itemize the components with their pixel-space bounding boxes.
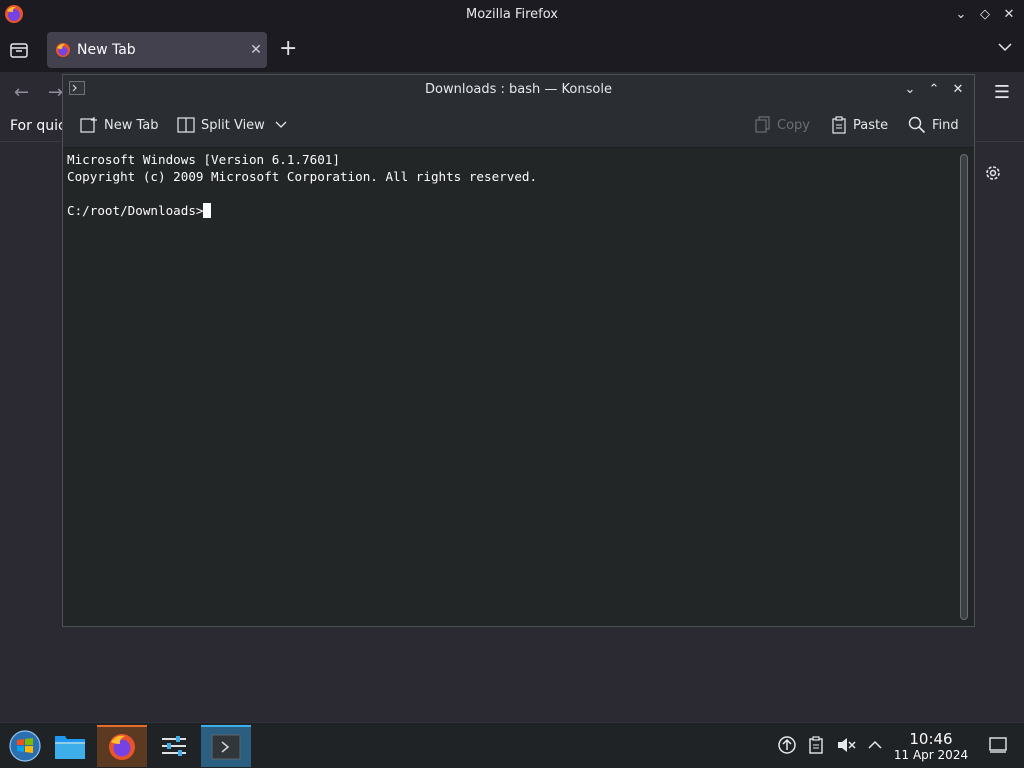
copy-label: Copy: [777, 117, 810, 133]
split-view-button[interactable]: Split View: [177, 115, 287, 135]
terminal-prompt-line: C:/root/Downloads>: [67, 202, 952, 219]
clipboard-icon: [809, 736, 823, 754]
maximize-icon[interactable]: ⌃: [924, 79, 944, 99]
back-arrow-icon[interactable]: ←: [14, 82, 29, 103]
paste-icon: [832, 116, 846, 134]
folder-icon: [55, 736, 85, 759]
copy-button[interactable]: Copy: [755, 115, 810, 135]
show-desktop-icon: [989, 737, 1007, 753]
konsole-toolbar: New Tab Split View Copy Paste Find: [63, 103, 974, 148]
terminal-prompt: C:/root/Downloads>: [67, 203, 204, 218]
tab-close-icon[interactable]: ✕: [245, 42, 267, 58]
clipboard-tray-icon[interactable]: [806, 735, 826, 755]
chevron-up-icon: [868, 740, 882, 749]
tray-expand-button[interactable]: [865, 735, 885, 755]
firefox-logo-icon: [109, 734, 135, 760]
digital-clock[interactable]: 10:46 11 Apr 2024: [893, 730, 969, 763]
clock-date: 11 Apr 2024: [893, 748, 969, 762]
clock-time: 10:46: [909, 730, 953, 748]
konsole-titlebar[interactable]: Downloads : bash — Konsole ⌄ ⌃ ✕: [63, 75, 974, 103]
close-icon[interactable]: ✕: [1000, 4, 1018, 24]
firefox-view-icon[interactable]: [8, 40, 30, 60]
new-tab-label: New Tab: [104, 117, 159, 133]
start-menu-button[interactable]: [0, 725, 50, 767]
chevron-down-icon[interactable]: [275, 121, 287, 129]
file-manager-taskbar-button[interactable]: [45, 725, 95, 767]
hamburger-menu-icon[interactable]: ☰: [994, 82, 1010, 103]
terminal-output[interactable]: Microsoft Windows [Version 6.1.7601] Copy…: [63, 148, 956, 626]
maximize-icon[interactable]: ◇: [976, 4, 994, 24]
volume-muted-tray-icon[interactable]: [836, 735, 856, 755]
gear-icon[interactable]: [983, 163, 1003, 183]
terminal-cursor: [203, 203, 212, 218]
konsole-taskbar-button[interactable]: [201, 725, 251, 767]
konsole-window: Downloads : bash — Konsole ⌄ ⌃ ✕ New Tab…: [62, 74, 975, 627]
tab-label: New Tab: [77, 42, 136, 58]
forward-arrow-icon[interactable]: →: [48, 82, 63, 103]
find-label: Find: [932, 117, 959, 133]
firefox-logo-icon: [5, 5, 23, 23]
new-tab-button[interactable]: New Tab: [80, 115, 159, 135]
network-icon: [778, 736, 796, 754]
firefox-favicon-icon: [56, 43, 70, 57]
find-button[interactable]: Find: [908, 115, 959, 135]
firefox-tabbar: New Tab ✕ +: [0, 28, 1024, 72]
system-settings-taskbar-button[interactable]: [149, 725, 199, 767]
firefox-window-title: Mozilla Firefox: [466, 6, 558, 22]
windows-start-orb-icon: [9, 730, 41, 762]
split-view-icon: [177, 117, 195, 133]
firefox-titlebar: Mozilla Firefox ⌄ ◇ ✕: [0, 0, 1024, 28]
terminal-icon: [211, 734, 241, 760]
split-view-label: Split View: [201, 117, 265, 133]
scrollbar-thumb[interactable]: [960, 154, 968, 620]
speaker-muted-icon: [838, 738, 856, 752]
terminal-line: Microsoft Windows [Version 6.1.7601]: [67, 152, 340, 167]
bookmarks-hint-text: For quic: [10, 118, 66, 134]
new-tab-icon: [80, 117, 97, 133]
close-icon[interactable]: ✕: [948, 79, 968, 99]
paste-button[interactable]: Paste: [831, 115, 888, 135]
terminal-line: Copyright (c) 2009 Microsoft Corporation…: [67, 169, 538, 184]
terminal-app-icon: [69, 81, 85, 95]
paste-label: Paste: [853, 117, 889, 133]
settings-sliders-icon: [162, 736, 186, 756]
taskbar: 10:46 11 Apr 2024: [0, 722, 1024, 768]
search-icon: [908, 116, 926, 134]
konsole-window-title: Downloads : bash — Konsole: [425, 81, 612, 97]
new-tab-plus-icon[interactable]: +: [279, 38, 297, 60]
show-desktop-button[interactable]: [988, 735, 1008, 755]
terminal-scrollbar[interactable]: [958, 154, 970, 622]
minimize-icon[interactable]: ⌄: [952, 4, 970, 24]
minimize-icon[interactable]: ⌄: [900, 79, 920, 99]
tab-new-tab[interactable]: New Tab ✕: [47, 32, 267, 68]
list-all-tabs-chevron-icon[interactable]: [998, 42, 1012, 52]
network-status-icon[interactable]: [777, 735, 797, 755]
copy-icon: [755, 116, 770, 133]
firefox-taskbar-button[interactable]: [97, 725, 147, 767]
